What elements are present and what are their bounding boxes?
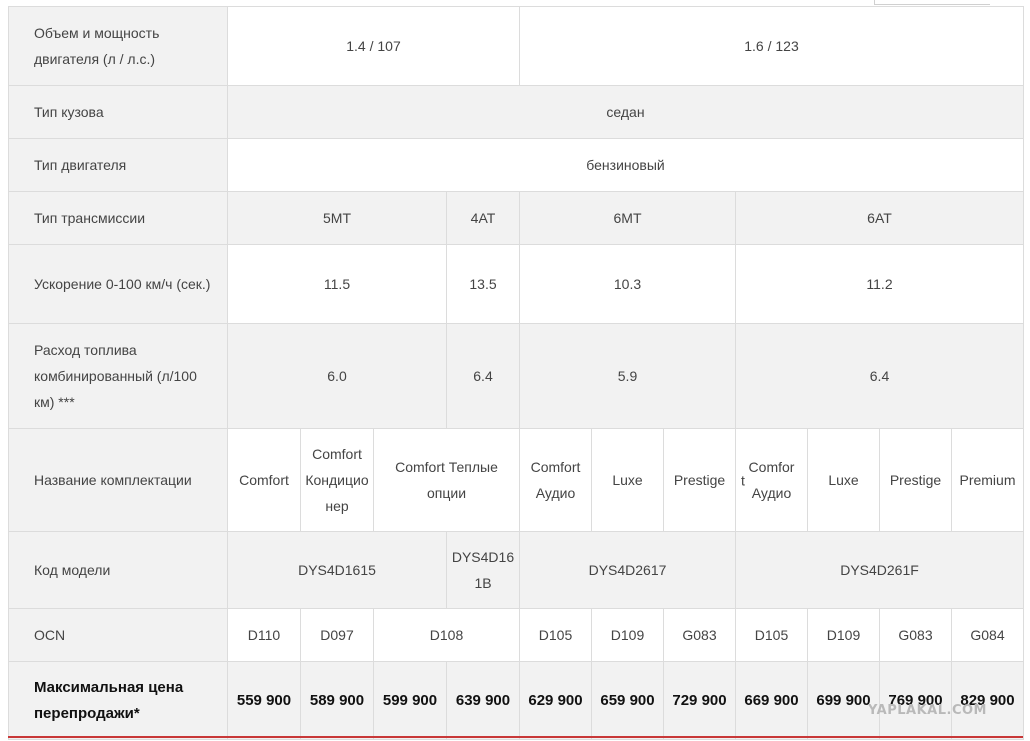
engine-row: Объем и мощность двигателя (л / л.с.) 1.… xyxy=(8,6,1024,86)
body-row: Тип кузова седан xyxy=(8,85,1024,139)
price-cell: 769 900 xyxy=(879,661,952,740)
row-label: Название комплектации xyxy=(8,428,228,532)
ocn-cell: D110 xyxy=(227,608,301,662)
model-code-cell: DYS4D161B xyxy=(446,531,520,609)
fuel-cell: 5.9 xyxy=(519,323,736,429)
price-cell: 629 900 xyxy=(519,661,592,740)
row-label: Ускорение 0-100 км/ч (сек.) xyxy=(8,244,228,324)
top-edge-fragment xyxy=(874,0,990,5)
engine-value-1: 1.4 / 107 xyxy=(227,6,520,86)
engine-type-value: бензиновый xyxy=(227,138,1024,192)
price-cell: 559 900 xyxy=(227,661,301,740)
row-label: OCN xyxy=(8,608,228,662)
trim-split-prefix: t xyxy=(741,472,745,489)
model-code-cell: DYS4D1615 xyxy=(227,531,447,609)
price-cell: 589 900 xyxy=(300,661,374,740)
ocn-cell: D105 xyxy=(735,608,808,662)
fuel-cell: 6.4 xyxy=(446,323,520,429)
ocn-cell: D105 xyxy=(519,608,592,662)
trim-cell: Prestige xyxy=(663,428,736,532)
price-cell: 699 900 xyxy=(807,661,880,740)
row-label: Тип двигателя xyxy=(8,138,228,192)
row-label: Тип трансмиссии xyxy=(8,191,228,245)
trim-row: Название комплектации Comfort Comfort Ко… xyxy=(8,428,1024,532)
engine-value-2: 1.6 / 123 xyxy=(519,6,1024,86)
trim-split-top: Comfor xyxy=(748,459,795,475)
acceleration-cell: 11.2 xyxy=(735,244,1024,324)
ocn-cell: D109 xyxy=(807,608,880,662)
row-label: Объем и мощность двигателя (л / л.с.) xyxy=(8,6,228,86)
row-label: Расход топлива комбинированный (л/100 км… xyxy=(8,323,228,429)
ocn-cell: G083 xyxy=(879,608,952,662)
ocn-cell: G084 xyxy=(951,608,1024,662)
transmission-cell: 6MT xyxy=(519,191,736,245)
engine-type-row: Тип двигателя бензиновый xyxy=(8,138,1024,192)
ocn-cell: G083 xyxy=(663,608,736,662)
trim-cell: Comfort Аудио xyxy=(519,428,592,532)
price-cell: 669 900 xyxy=(735,661,808,740)
transmission-cell: 4AT xyxy=(446,191,520,245)
model-code-cell: DYS4D2617 xyxy=(519,531,736,609)
price-cell: 659 900 xyxy=(591,661,664,740)
trim-split-bottom: Аудио xyxy=(751,485,792,501)
price-cell: 729 900 xyxy=(663,661,736,740)
trim-cell: Prestige xyxy=(879,428,952,532)
trim-cell: Comfort Кондиционер xyxy=(300,428,374,532)
acceleration-cell: 11.5 xyxy=(227,244,447,324)
price-cell: 829 900 xyxy=(951,661,1024,740)
ocn-cell: D109 xyxy=(591,608,664,662)
ocn-cell: D108 xyxy=(373,608,520,662)
ocn-cell: D097 xyxy=(300,608,374,662)
fuel-row: Расход топлива комбинированный (л/100 км… xyxy=(8,323,1024,429)
body-value: седан xyxy=(227,85,1024,139)
transmission-cell: 6AT xyxy=(735,191,1024,245)
price-row: Максимальная цена перепродажи* 559 900 5… xyxy=(8,661,1024,740)
acceleration-row: Ускорение 0-100 км/ч (сек.) 11.5 13.5 10… xyxy=(8,244,1024,324)
trim-cell: Luxe xyxy=(591,428,664,532)
row-label: Тип кузова xyxy=(8,85,228,139)
acceleration-cell: 13.5 xyxy=(446,244,520,324)
model-code-cell: DYS4D261F xyxy=(735,531,1024,609)
trim-cell: Luxe xyxy=(807,428,880,532)
price-cell: 639 900 xyxy=(446,661,520,740)
fuel-cell: 6.4 xyxy=(735,323,1024,429)
model-code-row: Код модели DYS4D1615 DYS4D161B DYS4D2617… xyxy=(8,531,1024,609)
row-label: Код модели xyxy=(8,531,228,609)
fuel-cell: 6.0 xyxy=(227,323,447,429)
ocn-row: OCN D110 D097 D108 D105 D109 G083 D105 D… xyxy=(8,608,1024,662)
trim-cell: Premium xyxy=(951,428,1024,532)
trim-cell: t Comfor Аудио xyxy=(735,428,808,532)
price-cell: 599 900 xyxy=(373,661,447,740)
acceleration-cell: 10.3 xyxy=(519,244,736,324)
watermark: YAPLAKAL.COM xyxy=(868,703,987,718)
transmission-row: Тип трансмиссии 5MT 4AT 6MT 6AT xyxy=(8,191,1024,245)
row-label: Максимальная цена перепродажи* xyxy=(8,661,228,740)
specifications-table: Объем и мощность двигателя (л / л.с.) 1.… xyxy=(8,6,1024,740)
bottom-accent-line xyxy=(8,736,1023,738)
trim-cell: Comfort Теплые опции xyxy=(373,428,520,532)
transmission-cell: 5MT xyxy=(227,191,447,245)
trim-cell: Comfort xyxy=(227,428,301,532)
